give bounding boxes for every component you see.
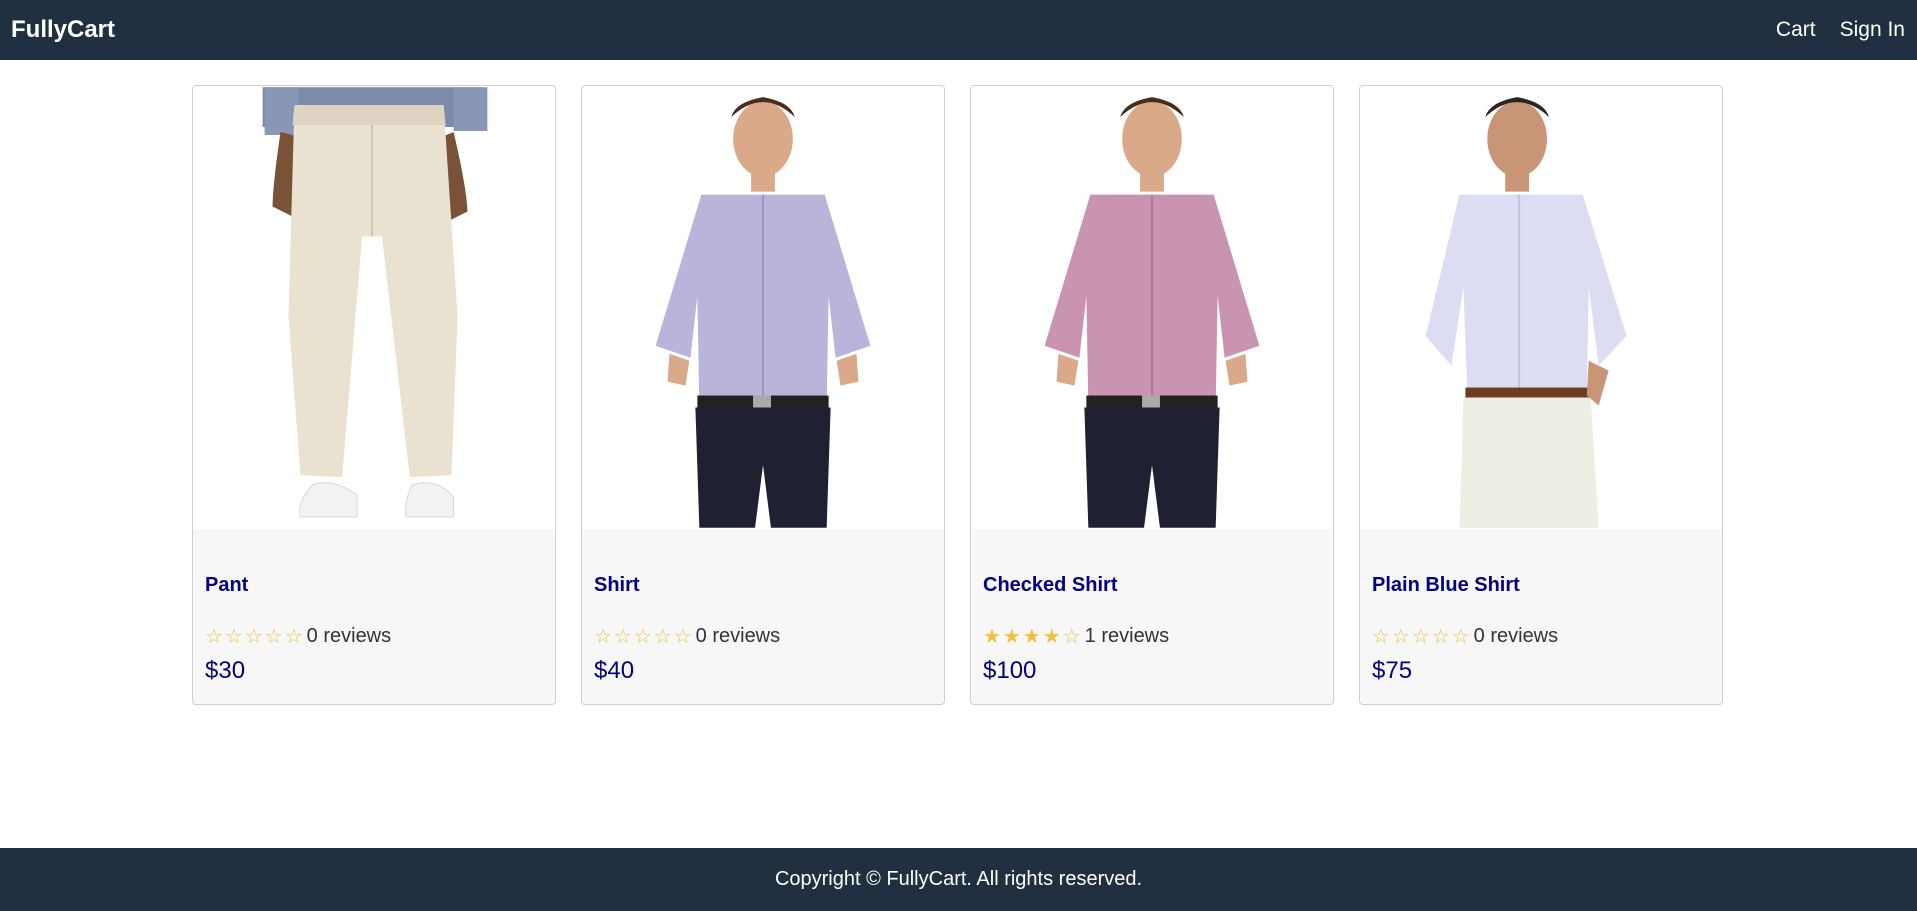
review-count: 0 reviews: [306, 624, 392, 647]
product-name-link[interactable]: Checked Shirt: [983, 574, 1321, 598]
lavender-shirt-photo[interactable]: [582, 86, 944, 529]
brand-logo-link[interactable]: FullyCart: [11, 16, 115, 44]
rating-stars: ☆☆☆☆☆: [205, 625, 305, 648]
product-name-link[interactable]: Plain Blue Shirt: [1372, 574, 1710, 598]
rating-stars: ☆☆☆☆☆: [594, 625, 694, 648]
product-card-plain-blue-shirt[interactable]: Plain Blue Shirt ☆☆☆☆☆ 0 reviews $75: [1359, 85, 1723, 705]
sign-in-link[interactable]: Sign In: [1840, 18, 1905, 42]
light-blue-shirt-photo[interactable]: [1360, 86, 1722, 529]
lavender-shirt-illustration: [655, 97, 871, 528]
khaki-pants-illustration: [262, 87, 488, 518]
nav-links: Cart Sign In: [1776, 18, 1905, 42]
pink-checked-shirt-photo[interactable]: [971, 86, 1333, 529]
product-price: $75: [1372, 657, 1413, 684]
rating: ★★★★☆ 1 reviews: [983, 624, 1321, 648]
product-card-shirt[interactable]: Shirt ☆☆☆☆☆ 0 reviews $40: [581, 85, 945, 705]
review-count: 1 reviews: [1084, 624, 1170, 647]
review-count: 0 reviews: [695, 624, 781, 647]
product-grid: Pant ☆☆☆☆☆ 0 reviews $30 Shirt ☆☆☆☆☆ 0 r…: [192, 85, 1725, 705]
rating: ☆☆☆☆☆ 0 reviews: [594, 624, 932, 648]
cart-link[interactable]: Cart: [1776, 18, 1816, 42]
product-price: $30: [205, 657, 246, 684]
page-footer: Copyright © FullyCart. All rights reserv…: [0, 848, 1917, 911]
review-count: 0 reviews: [1473, 624, 1559, 647]
rating-stars: ★★★★☆: [983, 625, 1083, 648]
top-navbar: FullyCart Cart Sign In: [0, 0, 1917, 60]
product-price: $100: [983, 657, 1037, 684]
light-blue-shirt-illustration: [1425, 97, 1627, 528]
rating: ☆☆☆☆☆ 0 reviews: [1372, 624, 1710, 648]
product-name-link[interactable]: Shirt: [594, 574, 932, 598]
product-card-checked-shirt[interactable]: Checked Shirt ★★★★☆ 1 reviews $100: [970, 85, 1334, 705]
pink-checked-shirt-illustration: [1044, 97, 1260, 528]
product-name-link[interactable]: Pant: [205, 574, 543, 598]
rating: ☆☆☆☆☆ 0 reviews: [205, 624, 543, 648]
product-card-pant[interactable]: Pant ☆☆☆☆☆ 0 reviews $30: [192, 85, 556, 705]
copyright-text: Copyright © FullyCart. All rights reserv…: [774, 868, 1143, 890]
rating-stars: ☆☆☆☆☆: [1372, 625, 1472, 648]
product-price: $40: [594, 657, 635, 684]
khaki-pants-photo[interactable]: [193, 86, 555, 529]
